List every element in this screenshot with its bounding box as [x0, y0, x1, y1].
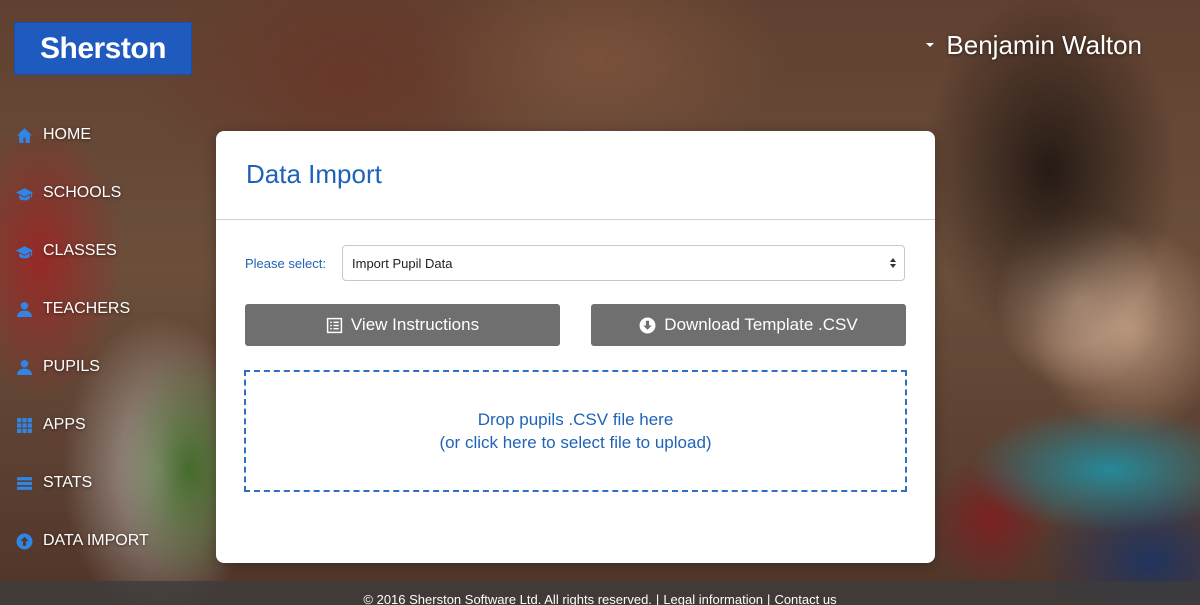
upload-circle-icon	[16, 533, 33, 550]
legal-information-link[interactable]: Legal information	[663, 592, 763, 605]
caret-down-icon	[926, 43, 935, 47]
nav-item-classes[interactable]: CLASSES	[16, 222, 206, 280]
nav-item-stats[interactable]: STATS	[16, 454, 206, 512]
nav-item-apps[interactable]: APPS	[16, 396, 206, 454]
nav-item-label: HOME	[43, 126, 91, 143]
sherston-logo[interactable]: Sherston	[14, 22, 192, 75]
nav-item-label: SCHOOLS	[43, 184, 122, 201]
dropzone-line-1: Drop pupils .CSV file here	[477, 410, 674, 429]
nav-item-label: CLASSES	[43, 242, 117, 259]
sidebar-nav: HOME SCHOOLS CLASSES TEACHERS PUPILS APP…	[16, 106, 206, 570]
download-circle-icon	[639, 317, 656, 334]
nav-item-data-import[interactable]: DATA IMPORT	[16, 512, 206, 570]
action-buttons: View Instructions Download Template .CSV	[245, 304, 906, 346]
logo-text: Sherston	[39, 31, 167, 65]
server-icon	[16, 475, 33, 492]
user-icon	[16, 301, 33, 318]
nav-item-label: STATS	[43, 474, 93, 491]
nav-item-label: TEACHERS	[43, 300, 131, 317]
nav-item-label: DATA IMPORT	[43, 532, 149, 549]
user-icon	[16, 359, 33, 376]
footer-separator: |	[767, 592, 771, 605]
nav-item-label: PUPILS	[43, 358, 100, 375]
nav-item-label: APPS	[43, 416, 86, 433]
grid-icon	[16, 417, 33, 434]
list-icon	[326, 317, 343, 334]
copyright-text: © 2016 Sherston Software Ltd. All rights…	[363, 592, 652, 605]
nav-item-pupils[interactable]: PUPILS	[16, 338, 206, 396]
footer-separator: |	[655, 592, 660, 605]
footer: © 2016 Sherston Software Ltd. All rights…	[0, 581, 1200, 605]
dropzone-line-2: (or click here to select file to upload)	[439, 433, 712, 452]
graduation-cap-icon	[16, 185, 33, 202]
page-title: Data Import	[246, 159, 382, 189]
nav-item-teachers[interactable]: TEACHERS	[16, 280, 206, 338]
home-icon	[16, 127, 33, 144]
download-template-label: Download Template .CSV	[664, 315, 858, 334]
select-arrows-icon	[890, 258, 896, 268]
nav-item-schools[interactable]: SCHOOLS	[16, 164, 206, 222]
csv-dropzone[interactable]: Drop pupils .CSV file here (or click her…	[244, 370, 907, 492]
select-label: Please select:	[245, 255, 326, 271]
nav-item-home[interactable]: HOME	[16, 106, 206, 164]
graduation-cap-icon	[16, 243, 33, 260]
data-import-card: Data Import Please select: Import Pupil …	[216, 131, 935, 563]
download-template-button[interactable]: Download Template .CSV	[591, 304, 906, 346]
card-header: Data Import	[216, 131, 935, 220]
import-type-select[interactable]: Import Pupil Data	[342, 245, 905, 281]
user-menu[interactable]: Benjamin Walton	[926, 28, 1142, 62]
contact-us-link[interactable]: Contact us	[774, 592, 836, 605]
user-name: Benjamin Walton	[946, 29, 1142, 60]
import-type-row: Please select: Import Pupil Data	[245, 245, 905, 281]
view-instructions-label: View Instructions	[350, 315, 480, 334]
view-instructions-button[interactable]: View Instructions	[245, 304, 560, 346]
select-value: Import Pupil Data	[352, 255, 453, 271]
